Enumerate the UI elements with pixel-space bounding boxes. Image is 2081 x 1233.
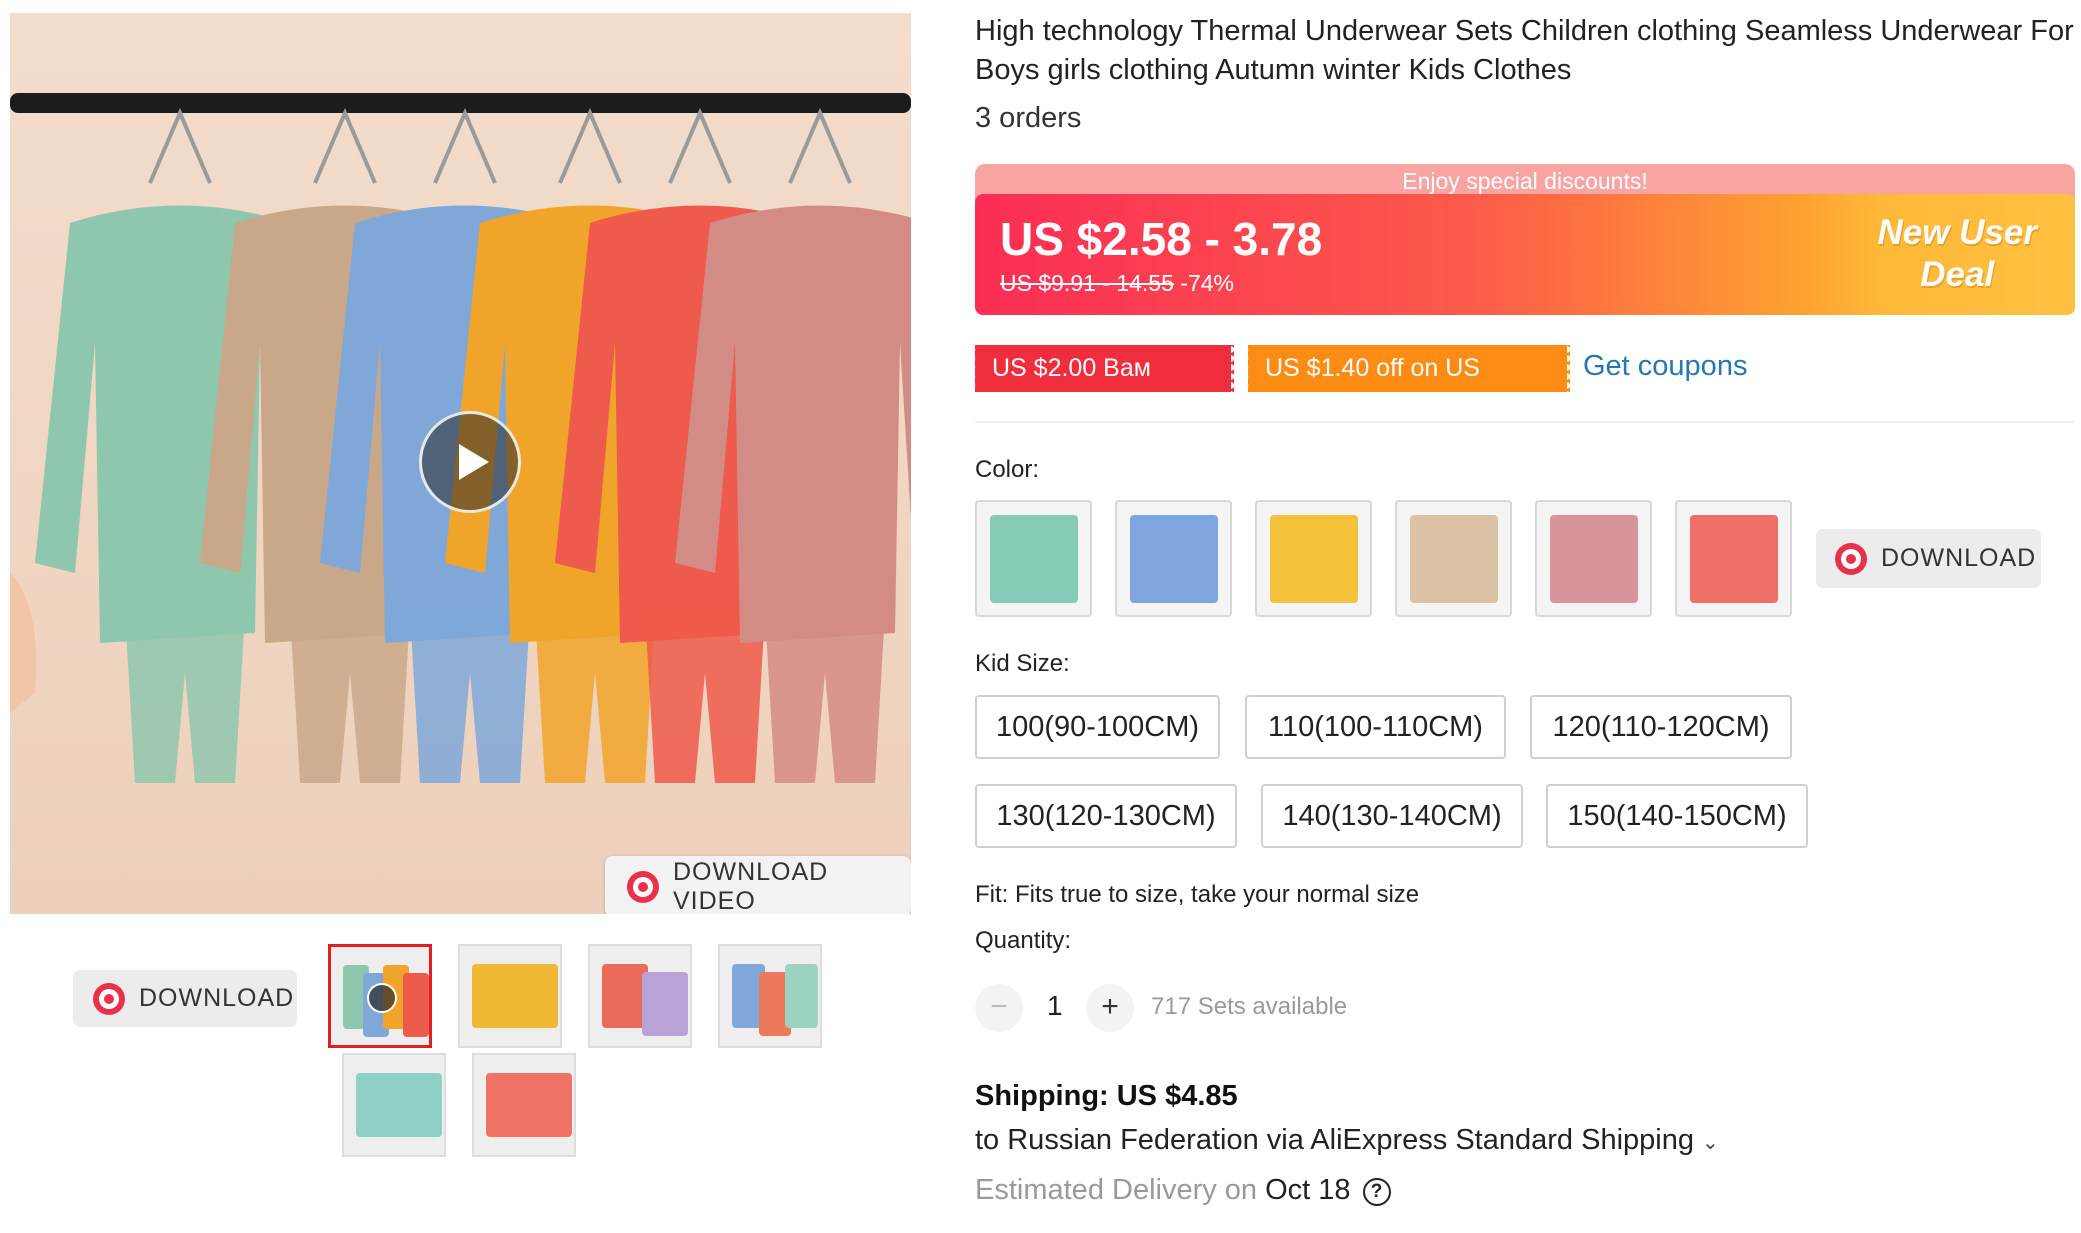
color-swatch-image xyxy=(1550,515,1638,603)
discount-percent: -74% xyxy=(1180,270,1234,296)
color-label: Color: xyxy=(975,456,1040,483)
stock-available: 717 Sets available xyxy=(1151,993,1348,1020)
hand-shape xyxy=(10,573,37,713)
color-swatch-image xyxy=(1690,515,1778,603)
target-logo-icon xyxy=(93,982,125,1015)
size-option[interactable]: 110(100-110CM) xyxy=(1245,695,1506,759)
download-video-button[interactable]: DOWNLOAD VIDEO xyxy=(605,856,911,914)
shipping-cost: Shipping: US $4.85 xyxy=(975,1080,1238,1112)
thumbnail-swatch xyxy=(403,973,429,1037)
play-icon xyxy=(367,983,397,1013)
thumbnail-teal[interactable] xyxy=(342,1053,446,1157)
product-title: High technology Thermal Underwear Sets C… xyxy=(975,15,2074,86)
product-main-image[interactable]: DOWNLOAD VIDEO xyxy=(10,13,911,914)
size-option[interactable]: 140(130-140CM) xyxy=(1261,784,1523,848)
thumbnail-swatch xyxy=(785,964,818,1028)
badge-line-2: Deal xyxy=(1920,255,1995,294)
color-option-6[interactable] xyxy=(1675,500,1792,617)
current-price: US $2.58 - 3.78 xyxy=(1000,213,1323,265)
hanger xyxy=(433,107,497,184)
download-images-button[interactable]: DOWNLOAD xyxy=(73,970,297,1027)
orders-count: 3 orders xyxy=(975,102,1082,134)
thumbnail-swatch xyxy=(356,1073,442,1137)
garment-pants xyxy=(125,613,245,783)
color-option-3[interactable] xyxy=(1255,500,1372,617)
thumbnail-swatch xyxy=(486,1073,572,1137)
thumbnail-coral[interactable] xyxy=(472,1053,576,1157)
size-option[interactable]: 120(110-120CM) xyxy=(1530,695,1792,759)
coupon-threshold[interactable]: US $1.40 off on US $15.38 xyxy=(1245,345,1573,429)
coupon-store[interactable]: US $2.00 Вам купон xyxy=(972,345,1237,429)
garment-pants xyxy=(765,613,885,783)
shipping-destination-text: to Russian Federation via AliExpress Sta… xyxy=(975,1124,1694,1156)
download-label: DOWNLOAD xyxy=(1881,544,2037,572)
target-logo-icon xyxy=(1835,542,1867,575)
hanger xyxy=(148,107,212,184)
thumbnail-stack[interactable] xyxy=(588,944,692,1048)
clothes-rail xyxy=(10,93,911,113)
original-price: US $9.91 - 14.55 xyxy=(1000,270,1174,296)
delivery-date: Oct 18 xyxy=(1265,1174,1351,1206)
hanger xyxy=(313,107,377,184)
color-option-4[interactable] xyxy=(1395,500,1512,617)
color-swatch-image xyxy=(1410,515,1498,603)
play-icon xyxy=(459,444,489,480)
color-swatch-image xyxy=(1270,515,1358,603)
help-icon[interactable]: ? xyxy=(1362,1178,1391,1206)
fit-note: Fit: Fits true to size, take your normal… xyxy=(975,881,1420,908)
play-video-button[interactable] xyxy=(419,411,521,513)
color-swatch-image xyxy=(1130,515,1218,603)
color-option-2[interactable] xyxy=(1115,500,1232,617)
hanger xyxy=(558,107,622,184)
shipping-destination[interactable]: to Russian Federation via AliExpress Sta… xyxy=(975,1124,1719,1157)
color-swatch-image xyxy=(990,515,1078,603)
new-user-deal-badge: New User Deal xyxy=(1877,212,2037,296)
hanger xyxy=(788,107,852,184)
thumbnail-mixed[interactable] xyxy=(718,944,822,1048)
quantity-value[interactable]: 1 xyxy=(1047,990,1063,1022)
price-banner: US $2.58 - 3.78 US $9.91 - 14.55 -74% Ne… xyxy=(975,194,2075,315)
thumbnail-video-thumb[interactable] xyxy=(328,944,432,1048)
badge-line-1: New User xyxy=(1877,213,2037,252)
thumbnail-yellow[interactable] xyxy=(458,944,562,1048)
color-option-5[interactable] xyxy=(1535,500,1652,617)
section-divider xyxy=(975,421,2075,423)
hanger xyxy=(668,107,732,184)
quantity-decrease-button[interactable]: − xyxy=(975,984,1023,1032)
download-label: DOWNLOAD xyxy=(139,984,295,1012)
download-sku-images-button[interactable]: DOWNLOAD xyxy=(1816,529,2041,588)
original-price-row: US $9.91 - 14.55 -74% xyxy=(1000,270,1234,297)
thumbnail-swatch xyxy=(472,964,558,1028)
chevron-down-icon: ⌄ xyxy=(1701,1132,1719,1154)
thumbnail-swatch xyxy=(642,972,688,1036)
size-label: Kid Size: xyxy=(975,650,1070,677)
quantity-increase-button[interactable]: + xyxy=(1086,984,1134,1032)
size-option[interactable]: 130(120-130CM) xyxy=(975,784,1237,848)
color-option-1[interactable] xyxy=(975,500,1092,617)
target-logo-icon xyxy=(627,870,659,903)
size-option[interactable]: 100(90-100CM) xyxy=(975,695,1220,759)
delivery-prefix: Estimated Delivery on xyxy=(975,1174,1258,1206)
download-video-label: DOWNLOAD VIDEO xyxy=(673,857,829,915)
estimated-delivery: Estimated Delivery on Oct 18? xyxy=(975,1174,1391,1207)
get-coupons-link[interactable]: Get coupons xyxy=(1583,350,1747,383)
quantity-label: Quantity: xyxy=(975,927,1072,954)
size-option[interactable]: 150(140-150CM) xyxy=(1546,784,1808,848)
